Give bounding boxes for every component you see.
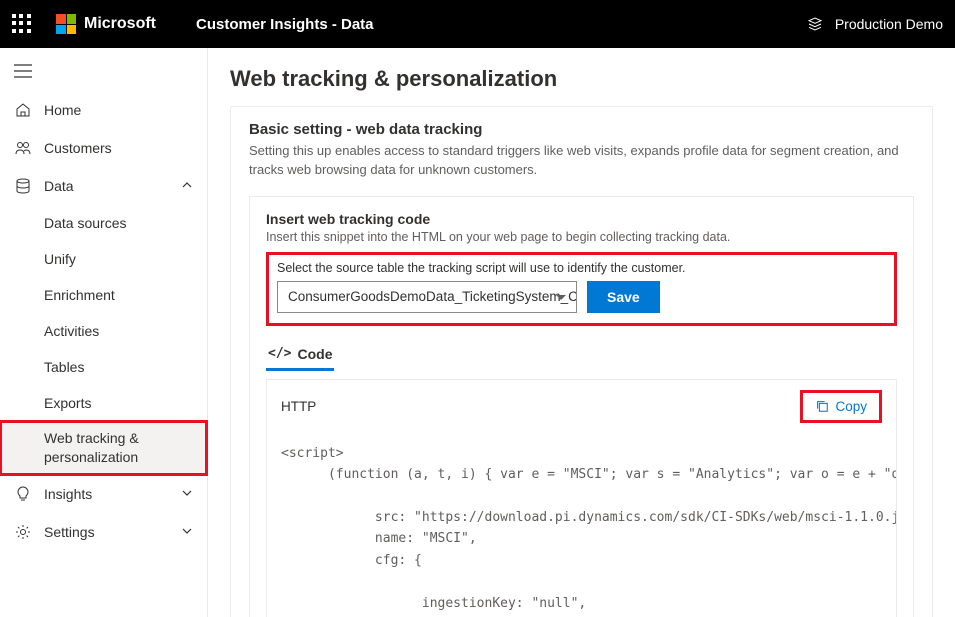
sidebar-item-home[interactable]: Home: [0, 91, 207, 129]
basic-setting-card: Basic setting - web data tracking Settin…: [230, 106, 933, 617]
code-language: HTTP: [281, 399, 316, 414]
product-name: Customer Insights - Data: [196, 16, 374, 33]
tab-label: Code: [297, 346, 332, 362]
sidebar-item-label: Data: [44, 178, 74, 194]
sidebar-item-customers[interactable]: Customers: [0, 129, 207, 167]
chevron-down-icon: [181, 524, 193, 540]
code-tabs: </> Code: [266, 340, 897, 371]
insights-icon: [14, 485, 32, 503]
waffle-icon[interactable]: [12, 14, 32, 34]
insert-description: Insert this snippet into the HTML on you…: [266, 230, 897, 244]
source-table-select[interactable]: ConsumerGoodsDemoData_TicketingSystem_Co…: [277, 281, 577, 313]
sidebar-item-label: Insights: [44, 486, 92, 502]
code-panel: HTTP Copy <script> (function (a, t, i) {…: [266, 379, 897, 617]
environment-name[interactable]: Production Demo: [835, 16, 943, 32]
source-table-label: Select the source table the tracking scr…: [277, 261, 886, 275]
sidebar-item-enrichment[interactable]: Enrichment: [0, 277, 207, 313]
insert-code-section: Insert web tracking code Insert this sni…: [249, 196, 914, 617]
chevron-up-icon: [181, 178, 193, 194]
sidebar-item-label: Unify: [44, 251, 76, 267]
brand-text: Microsoft: [84, 15, 156, 33]
insert-title: Insert web tracking code: [266, 211, 897, 227]
gear-icon: [14, 523, 32, 541]
environment-icon: [807, 16, 823, 32]
sidebar-item-unify[interactable]: Unify: [0, 241, 207, 277]
sidebar: Home Customers Data Data sources Unify E…: [0, 48, 208, 617]
sidebar-item-data[interactable]: Data: [0, 167, 207, 205]
copy-icon: [815, 399, 829, 413]
chevron-down-icon: [181, 486, 193, 502]
customers-icon: [14, 139, 32, 157]
tab-code[interactable]: </> Code: [266, 340, 334, 371]
sidebar-item-label: Enrichment: [44, 287, 115, 303]
select-value: ConsumerGoodsDemoData_TicketingSystem_Co…: [288, 289, 577, 304]
sidebar-item-label: Exports: [44, 395, 91, 411]
copy-label: Copy: [835, 399, 867, 414]
sidebar-item-insights[interactable]: Insights: [0, 475, 207, 513]
sidebar-item-label: Tables: [44, 359, 84, 375]
save-button[interactable]: Save: [587, 281, 660, 313]
code-icon: </>: [268, 346, 291, 361]
code-snippet[interactable]: <script> (function (a, t, i) { var e = "…: [267, 433, 896, 617]
home-icon: [14, 101, 32, 119]
sidebar-item-label: Data sources: [44, 215, 126, 231]
top-bar: Microsoft Customer Insights - Data Produ…: [0, 0, 955, 48]
sidebar-item-exports[interactable]: Exports: [0, 385, 207, 421]
main-content: Web tracking & personalization Basic set…: [208, 48, 955, 617]
microsoft-logo-icon: [56, 14, 76, 34]
data-icon: [14, 177, 32, 195]
sidebar-item-label: Customers: [44, 140, 112, 156]
sidebar-item-label: Settings: [44, 524, 95, 540]
sidebar-item-label: Web tracking & personalization: [44, 429, 193, 467]
source-table-highlight: Select the source table the tracking scr…: [266, 252, 897, 326]
sidebar-item-web-tracking[interactable]: Web tracking & personalization: [0, 421, 207, 475]
copy-button[interactable]: Copy: [807, 395, 875, 418]
hamburger-button[interactable]: [0, 54, 207, 91]
sidebar-item-tables[interactable]: Tables: [0, 349, 207, 385]
microsoft-logo: Microsoft: [56, 14, 156, 34]
sidebar-item-data-sources[interactable]: Data sources: [0, 205, 207, 241]
card-description: Setting this up enables access to standa…: [249, 142, 914, 180]
sidebar-item-label: Activities: [44, 323, 99, 339]
sidebar-item-settings[interactable]: Settings: [0, 513, 207, 551]
card-title: Basic setting - web data tracking: [249, 121, 914, 138]
sidebar-item-activities[interactable]: Activities: [0, 313, 207, 349]
sidebar-item-label: Home: [44, 102, 81, 118]
code-header: HTTP Copy: [267, 380, 896, 433]
page-title: Web tracking & personalization: [230, 66, 933, 92]
